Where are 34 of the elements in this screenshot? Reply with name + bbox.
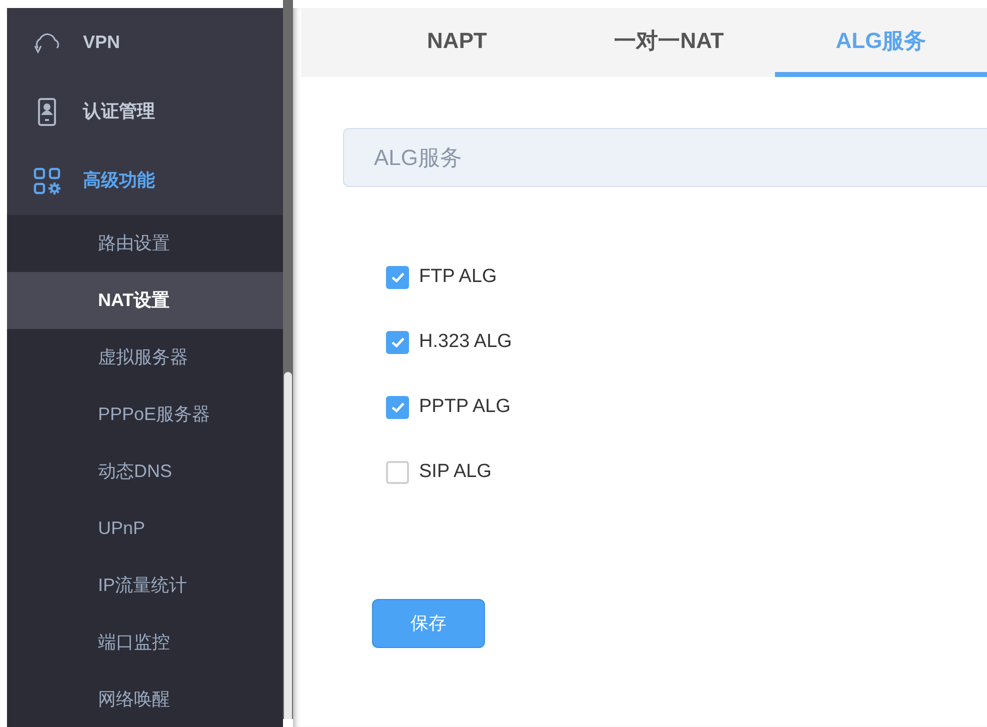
checkbox-label: FTP ALG bbox=[419, 265, 497, 290]
check-icon bbox=[390, 402, 404, 413]
checkbox[interactable] bbox=[386, 331, 409, 354]
checkbox[interactable] bbox=[386, 266, 409, 289]
sidebar-item-label: VPN bbox=[83, 31, 120, 54]
checkbox-label: H.323 ALG bbox=[419, 330, 512, 354]
scrollbar-thumb[interactable] bbox=[284, 372, 292, 719]
submenu-item[interactable]: 路由设置 bbox=[7, 215, 283, 272]
sidebar-item-label: 高级功能 bbox=[83, 169, 155, 192]
check-icon bbox=[390, 272, 404, 283]
submenu-item[interactable]: 动态DNS bbox=[7, 443, 283, 500]
check-icon bbox=[390, 337, 404, 348]
sidebar-item[interactable]: VPN bbox=[7, 8, 283, 77]
cloud-icon bbox=[32, 32, 62, 54]
submenu-item[interactable]: 网络唤醒 bbox=[7, 671, 283, 727]
grid-gear-icon bbox=[33, 166, 61, 194]
tab[interactable]: 一对一NAT bbox=[563, 8, 775, 77]
sidebar-item[interactable]: 高级功能 bbox=[7, 146, 283, 215]
checkbox[interactable] bbox=[386, 461, 409, 484]
submenu-item[interactable]: PPPoE服务器 bbox=[7, 386, 283, 443]
scrollbar[interactable] bbox=[282, 0, 293, 719]
checkbox-label: SIP ALG bbox=[419, 460, 492, 484]
submenu-item[interactable]: NAT设置 bbox=[7, 272, 283, 329]
checkbox-label: PPTP ALG bbox=[419, 395, 511, 420]
sidebar-item[interactable]: 认证管理 bbox=[7, 77, 283, 146]
sidebar-item-label: 认证管理 bbox=[83, 100, 155, 123]
section-header: ALG服务 bbox=[343, 128, 987, 187]
submenu-item[interactable]: 端口监控 bbox=[7, 614, 283, 671]
submenu-item[interactable]: 虚拟服务器 bbox=[7, 329, 283, 386]
submenu-item[interactable]: IP流量统计 bbox=[7, 557, 283, 614]
checkbox[interactable] bbox=[386, 396, 409, 419]
phone-user-icon bbox=[37, 98, 57, 126]
tab[interactable]: NAPT bbox=[351, 8, 563, 77]
submenu-item[interactable]: UPnP bbox=[7, 500, 283, 557]
